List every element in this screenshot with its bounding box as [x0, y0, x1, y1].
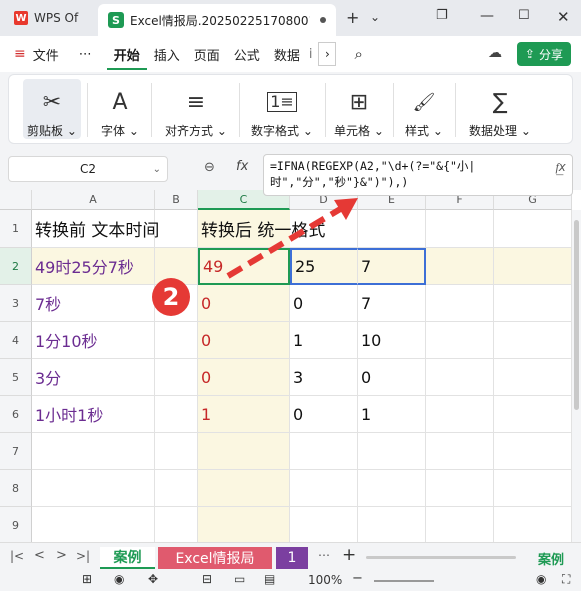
name-box-value: C2: [79, 162, 96, 176]
crosshair-icon[interactable]: ✥: [148, 572, 158, 586]
style-brush-icon: 🖌: [412, 92, 436, 113]
clipboard-group[interactable]: ✂ 剪贴板 ⌄: [23, 79, 81, 139]
more-menu-icon[interactable]: ⋯: [72, 47, 99, 62]
maximize-icon[interactable]: ☐: [518, 8, 530, 23]
data-processing-group[interactable]: ∑ 数据处理 ⌄: [461, 79, 539, 139]
ribbon-divider: [325, 83, 326, 137]
page-break-icon[interactable]: ▤: [264, 572, 275, 586]
formula-line-1: =IFNA(REGEXP(A2,"\d+(?="&{"小|: [270, 159, 476, 173]
hamburger-menu-icon[interactable]: ≡: [14, 46, 26, 62]
spreadsheet-icon: S: [108, 12, 124, 28]
document-tab[interactable]: S Excel情报局.2025022517080013: [98, 4, 336, 36]
ribbon-divider: [455, 83, 456, 137]
ribbon-divider: [87, 83, 88, 137]
ribbon-divider: [393, 83, 394, 137]
alignment-label: 对齐方式 ⌄: [165, 124, 227, 138]
last-sheet-icon[interactable]: >|: [76, 549, 90, 563]
ribbon-toolbar: ✂ 剪贴板 ⌄ A 字体 ⌄ ≡ 对齐方式 ⌄ 1≡ 数字格式 ⌄ ⊞ 单元格 …: [8, 74, 573, 144]
number-format-label: 数字格式 ⌄: [251, 124, 313, 138]
scissors-icon: ✂: [42, 90, 62, 115]
sigma-icon: ∑: [492, 90, 508, 115]
normal-view-icon[interactable]: ⊟: [202, 572, 212, 586]
menu-file[interactable]: 文件: [26, 45, 66, 64]
clipboard-label: 剪贴板 ⌄: [27, 124, 77, 138]
grid-view-icon[interactable]: ⊞: [82, 572, 92, 586]
eye-view-icon[interactable]: ◉: [536, 572, 546, 586]
annotation-arrow: [226, 198, 358, 279]
first-sheet-icon[interactable]: |<: [10, 549, 24, 563]
ribbon-divider: [151, 83, 152, 137]
new-tab-icon[interactable]: +: [346, 8, 359, 27]
title-bar: W WPS Of S Excel情报局.2025022517080013 + ⌄…: [0, 0, 581, 36]
number-format-group[interactable]: 1≡ 数字格式 ⌄: [243, 79, 321, 139]
cells-group[interactable]: ⊞ 单元格 ⌄: [329, 79, 389, 139]
font-label: 字体 ⌄: [101, 124, 139, 138]
next-sheet-icon[interactable]: >: [56, 548, 67, 563]
status-bar: ⊞ ◉ ✥ ⊟ ▭ ▤ 100% − ◉ ⛶: [0, 570, 581, 591]
font-group[interactable]: A 字体 ⌄: [95, 79, 145, 139]
share-button[interactable]: ⇪ 分享: [516, 42, 571, 66]
tab-truncated[interactable]: i: [307, 47, 315, 62]
cells-icon: ⊞: [349, 90, 369, 115]
data-processing-label: 数据处理 ⌄: [469, 124, 531, 138]
minimize-icon[interactable]: —: [480, 8, 494, 24]
wps-logo-icon: W: [14, 11, 28, 25]
align-icon: ≡: [186, 90, 206, 115]
styles-group[interactable]: 🖌 样式 ⌄: [399, 79, 449, 139]
alignment-group[interactable]: ≡ 对齐方式 ⌄: [157, 79, 235, 139]
share-icon: ⇪: [524, 47, 535, 61]
more-sheets-icon[interactable]: ⋯: [318, 548, 330, 562]
name-box-chevron-icon[interactable]: ⌄: [153, 164, 161, 175]
zoom-out-icon[interactable]: −: [352, 571, 363, 586]
styles-label: 样式 ⌄: [405, 124, 443, 138]
prev-sheet-icon[interactable]: <: [34, 548, 45, 563]
menu-bar: ≡ 文件 ⋯ 开始 插入 页面 公式 数据 i › ⌕ ☁ ⇪ 分享: [0, 36, 581, 72]
tab-insert[interactable]: 插入: [147, 45, 187, 64]
spreadsheet-grid[interactable]: A B C D E F G 1 2 3 4 5 6 7 8 9 转换前 文本时间…: [0, 190, 581, 542]
eye-protection-icon[interactable]: ◉: [114, 572, 124, 586]
wps-home-tab[interactable]: W WPS Of: [6, 4, 94, 32]
share-label: 分享: [538, 47, 563, 62]
font-icon: A: [112, 90, 128, 115]
ribbon-divider: [239, 83, 240, 137]
tab-formula[interactable]: 公式: [227, 45, 267, 64]
name-box[interactable]: C2 ⌄: [8, 156, 168, 182]
zoom-formula-icon[interactable]: ⊖: [204, 160, 215, 175]
add-sheet-icon[interactable]: +: [342, 545, 356, 565]
horizontal-scrollbar[interactable]: [366, 556, 516, 559]
zoom-slider[interactable]: [374, 580, 434, 582]
close-icon[interactable]: ✕: [557, 8, 570, 26]
tab-page[interactable]: 页面: [187, 45, 227, 64]
sheet-tabs-bar: |< < > >| 案例 Excel情报局 1 ⋯ + 案例: [0, 542, 581, 570]
page-layout-icon[interactable]: ▭: [234, 572, 245, 586]
tab-data[interactable]: 数据: [267, 45, 307, 64]
restore-window-icon[interactable]: ❐: [436, 8, 448, 23]
sheet-tab-case-right[interactable]: 案例: [526, 547, 576, 569]
sheet-tab-1[interactable]: 1: [276, 547, 308, 569]
step-number-badge: 2: [152, 278, 190, 316]
wps-tab-label: WPS Of: [34, 11, 79, 25]
cloud-sync-icon[interactable]: ☁: [488, 45, 502, 61]
fullscreen-icon[interactable]: ⛶: [562, 572, 570, 587]
tab-list-chevron-icon[interactable]: ⌄: [370, 10, 380, 24]
search-icon[interactable]: ⌕: [354, 45, 362, 63]
sheet-tab-excel-info[interactable]: Excel情报局: [158, 547, 272, 569]
fx-icon[interactable]: fx: [236, 159, 248, 174]
number-format-icon: 1≡: [267, 92, 297, 112]
tab-home[interactable]: 开始: [106, 45, 147, 70]
document-tab-label: Excel情报局.2025022517080013: [130, 13, 310, 28]
sheet-tab-case[interactable]: 案例: [100, 547, 155, 569]
formula-line-2: 时","分","秒"}&")"),): [270, 175, 409, 189]
ribbon-scroll-right-icon[interactable]: ›: [318, 42, 337, 66]
expand-formula-icon[interactable]: f͟x: [555, 159, 566, 175]
unsaved-dot-icon: [320, 17, 326, 23]
cells-label: 单元格 ⌄: [334, 124, 384, 138]
zoom-level[interactable]: 100%: [308, 573, 342, 587]
